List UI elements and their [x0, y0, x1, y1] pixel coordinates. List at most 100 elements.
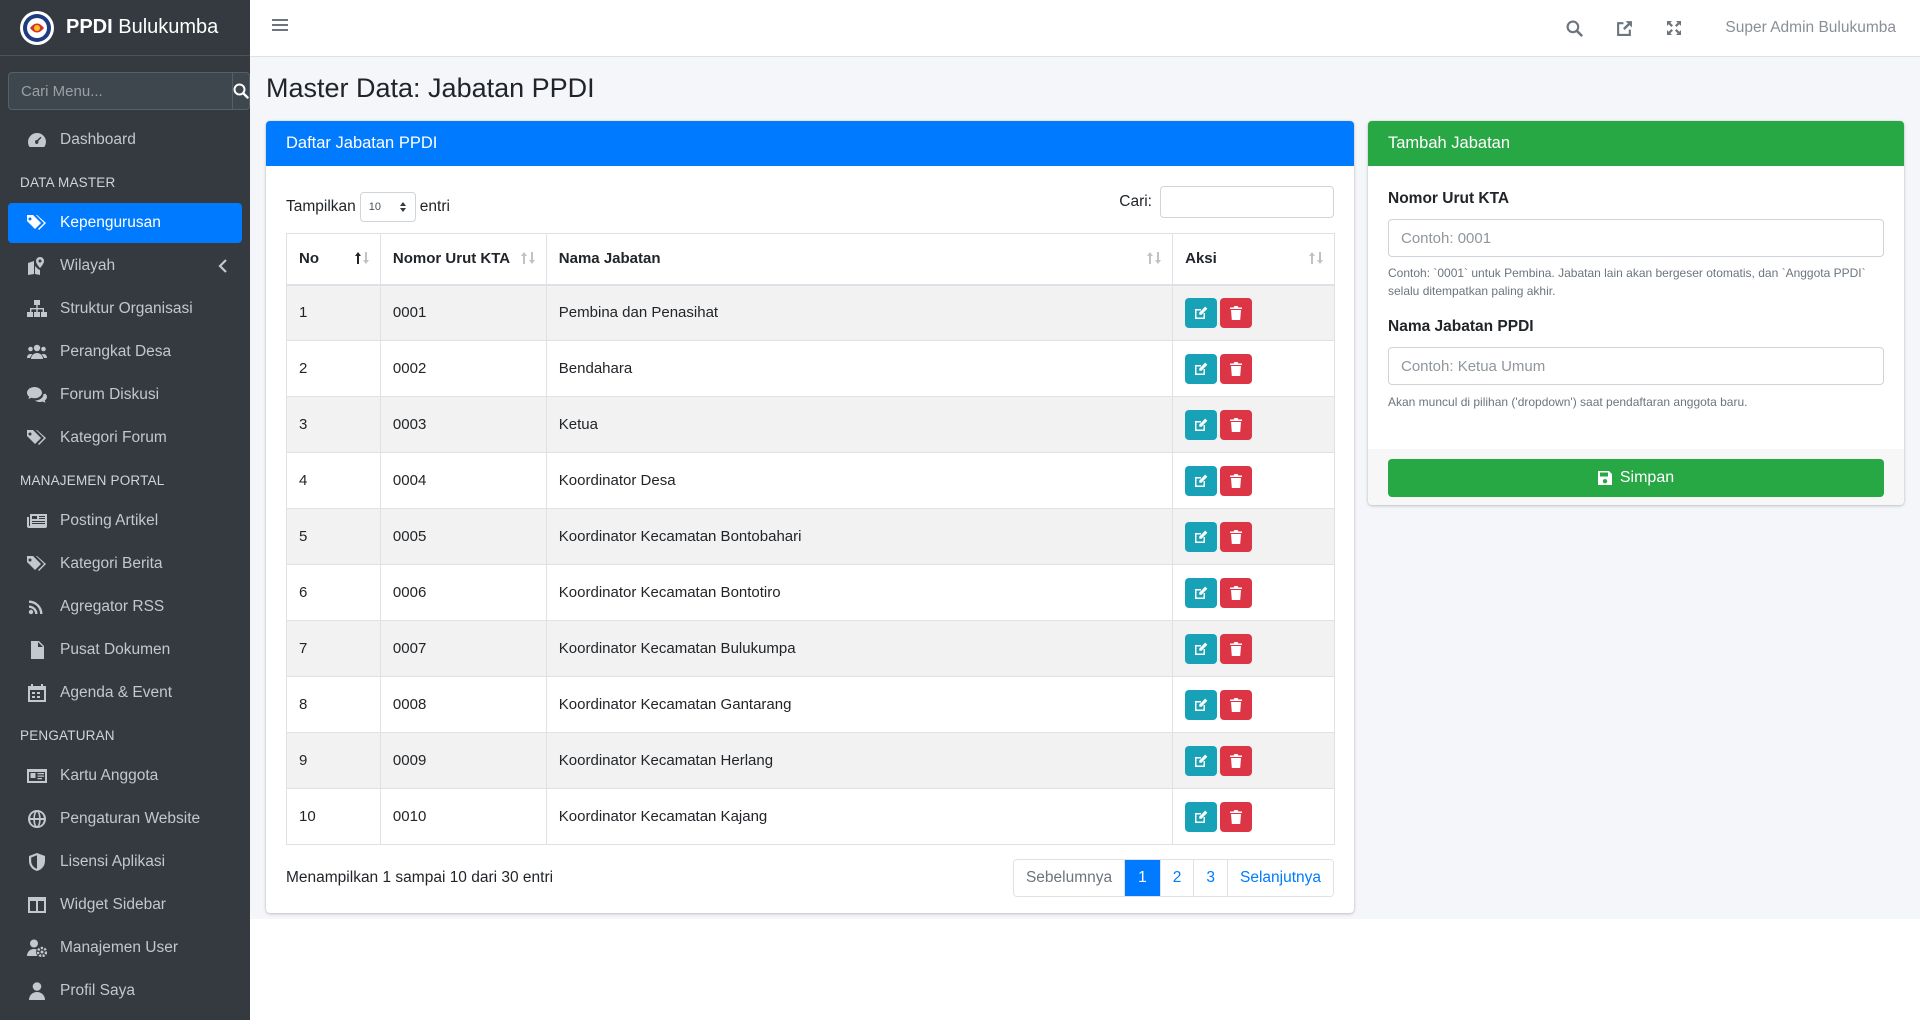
delete-button[interactable] — [1220, 409, 1253, 440]
globe-icon — [26, 809, 48, 829]
sidebar-item-label: Kepengurusan — [60, 214, 161, 231]
edit-button[interactable] — [1185, 521, 1218, 552]
delete-button[interactable] — [1220, 633, 1253, 664]
pagination-page-3[interactable]: 3 — [1193, 860, 1227, 896]
cell-nama-jabatan: Koordinator Kecamatan Bontotiro — [545, 564, 1174, 621]
nama-jabatan-input[interactable] — [1388, 347, 1884, 385]
pagination-page-1[interactable]: 1 — [1124, 860, 1160, 896]
save-button[interactable]: Simpan — [1388, 459, 1884, 497]
cell-kta: 0003 — [379, 396, 547, 453]
sidebar-search-input[interactable] — [8, 72, 232, 110]
delete-button[interactable] — [1220, 577, 1253, 608]
sidebar-item-kategori-berita[interactable]: Kategori Berita — [8, 544, 242, 584]
sidebar-item-dashboard[interactable]: Dashboard — [8, 120, 242, 160]
nama-jabatan-label: Nama Jabatan PPDI — [1388, 318, 1534, 335]
edit-button[interactable] — [1185, 633, 1218, 664]
user-menu[interactable]: Super Admin Bulukumba — [1699, 19, 1920, 37]
sidebar-item-perangkat-desa[interactable]: Perangkat Desa — [8, 332, 242, 372]
sidebar-item-label: Lisensi Aplikasi — [60, 853, 166, 870]
sidebar-item-agenda-event[interactable]: Agenda & Event — [8, 673, 242, 713]
brand-link[interactable]: PPDI Bulukumba — [0, 0, 250, 56]
sidebar-item-kategori-forum[interactable]: Kategori Forum — [8, 418, 242, 458]
file-pdf-icon — [26, 640, 48, 660]
edit-button[interactable] — [1185, 745, 1218, 776]
save-button-label: Simpan — [1619, 469, 1675, 486]
sidebar-item-label: Profil Saya — [60, 982, 135, 999]
edit-icon — [1195, 586, 1208, 599]
sidebar-item-label: Posting Artikel — [60, 512, 159, 529]
tambah-jabatan-card: Tambah Jabatan Nomor Urut KTA Contoh: `0… — [1368, 121, 1904, 505]
sidebar-item-kepengurusan[interactable]: Kepengurusan — [8, 203, 242, 243]
pagination-next[interactable]: Selanjutnya — [1226, 860, 1333, 896]
sidebar-item-label: Struktur Organisasi — [60, 300, 193, 317]
kta-input[interactable] — [1388, 219, 1884, 257]
cell-no: 6 — [286, 564, 381, 621]
col-nama[interactable]: Nama Jabatan — [545, 233, 1174, 286]
trash-icon — [1230, 809, 1243, 824]
sidebar-item-widget-sidebar[interactable]: Widget Sidebar — [8, 885, 242, 925]
navbar-search-icon[interactable] — [1549, 0, 1599, 56]
delete-button[interactable] — [1220, 521, 1253, 552]
sidebar-item-manajemen-user[interactable]: Manajemen User — [8, 928, 242, 968]
sidebar-item-pengaturan-website[interactable]: Pengaturan Website — [8, 799, 242, 839]
external-link-icon[interactable] — [1599, 0, 1649, 56]
edit-button[interactable] — [1185, 689, 1218, 720]
sidebar-item-forum-diskusi[interactable]: Forum Diskusi — [8, 375, 242, 415]
edit-button[interactable] — [1185, 353, 1218, 384]
table-search-input[interactable] — [1160, 186, 1334, 218]
col-no[interactable]: No — [286, 233, 381, 286]
brand-text-bold: PPDI — [66, 16, 113, 38]
edit-button[interactable] — [1185, 801, 1218, 832]
pagination-prev[interactable]: Sebelumnya — [1013, 860, 1125, 896]
brand-logo-icon — [20, 10, 54, 45]
brand-text: PPDI Bulukumba — [66, 16, 218, 39]
delete-button[interactable] — [1220, 353, 1253, 384]
delete-button[interactable] — [1220, 745, 1253, 776]
delete-button[interactable] — [1220, 689, 1253, 720]
sidebar-item-profil-saya[interactable]: Profil Saya — [8, 971, 242, 1011]
comments-icon — [26, 385, 48, 405]
sidebar-item-kartu-anggota[interactable]: Kartu Anggota — [8, 756, 242, 796]
dashboard-icon — [26, 130, 48, 150]
sidebar-item-wilayah[interactable]: Wilayah — [8, 246, 242, 286]
sidebar-item-label: Dashboard — [60, 131, 136, 148]
cell-nama-jabatan: Koordinator Kecamatan Gantarang — [545, 676, 1174, 733]
pagination-page-2[interactable]: 2 — [1159, 860, 1194, 896]
search-icon — [233, 83, 249, 99]
edit-button[interactable] — [1185, 465, 1218, 496]
edit-button[interactable] — [1185, 409, 1218, 440]
sidebar-item-label: Perangkat Desa — [60, 343, 172, 360]
cell-aksi — [1172, 284, 1335, 341]
sidebar-search-button[interactable] — [232, 72, 250, 110]
table-row: 2 0002 Bendahara — [286, 340, 1335, 397]
sidebar-item-lisensi-aplikasi[interactable]: Lisensi Aplikasi — [8, 842, 242, 882]
sort-icon — [1309, 252, 1323, 264]
delete-button[interactable] — [1220, 465, 1253, 496]
cell-nama-jabatan: Pembina dan Penasihat — [545, 284, 1174, 341]
fullscreen-icon[interactable] — [1649, 0, 1699, 56]
cell-no: 8 — [286, 676, 381, 733]
length-select[interactable]: 10 — [359, 192, 416, 222]
newspaper-icon — [26, 511, 48, 531]
sidebar-item-agregator-rss[interactable]: Agregator RSS — [8, 587, 242, 627]
sidebar-item-label: Kategori Forum — [60, 429, 167, 446]
sidebar-item-pusat-dokumen[interactable]: Pusat Dokumen — [8, 630, 242, 670]
sidebar-item-label: Agregator RSS — [60, 598, 165, 615]
table-row: 10 0010 Koordinator Kecamatan Kajang — [286, 788, 1335, 845]
cell-nama-jabatan: Koordinator Kecamatan Bontobahari — [545, 508, 1174, 565]
col-aksi[interactable]: Aksi — [1172, 233, 1335, 286]
sidebar-item-struktur-organisasi[interactable]: Struktur Organisasi — [8, 289, 242, 329]
menu-toggle-icon[interactable] — [272, 18, 288, 37]
sidebar-item-label: Pengaturan Website — [60, 810, 201, 827]
edit-button[interactable] — [1185, 297, 1218, 328]
nav-header-pengaturan: PENGATURAN — [20, 727, 115, 743]
sidebar-item-posting-artikel[interactable]: Posting Artikel — [8, 501, 242, 541]
delete-button[interactable] — [1220, 297, 1253, 328]
delete-button[interactable] — [1220, 801, 1253, 832]
sort-asc-icon — [354, 252, 369, 264]
sidebar-item-label: Forum Diskusi — [60, 386, 160, 403]
sidebar: PPDI Bulukumba Dashboard DATA MASTER Kep… — [0, 0, 250, 1020]
list-card-title: Daftar Jabatan PPDI — [266, 121, 1354, 166]
col-kta[interactable]: Nomor Urut KTA — [379, 233, 547, 286]
edit-button[interactable] — [1185, 577, 1218, 608]
